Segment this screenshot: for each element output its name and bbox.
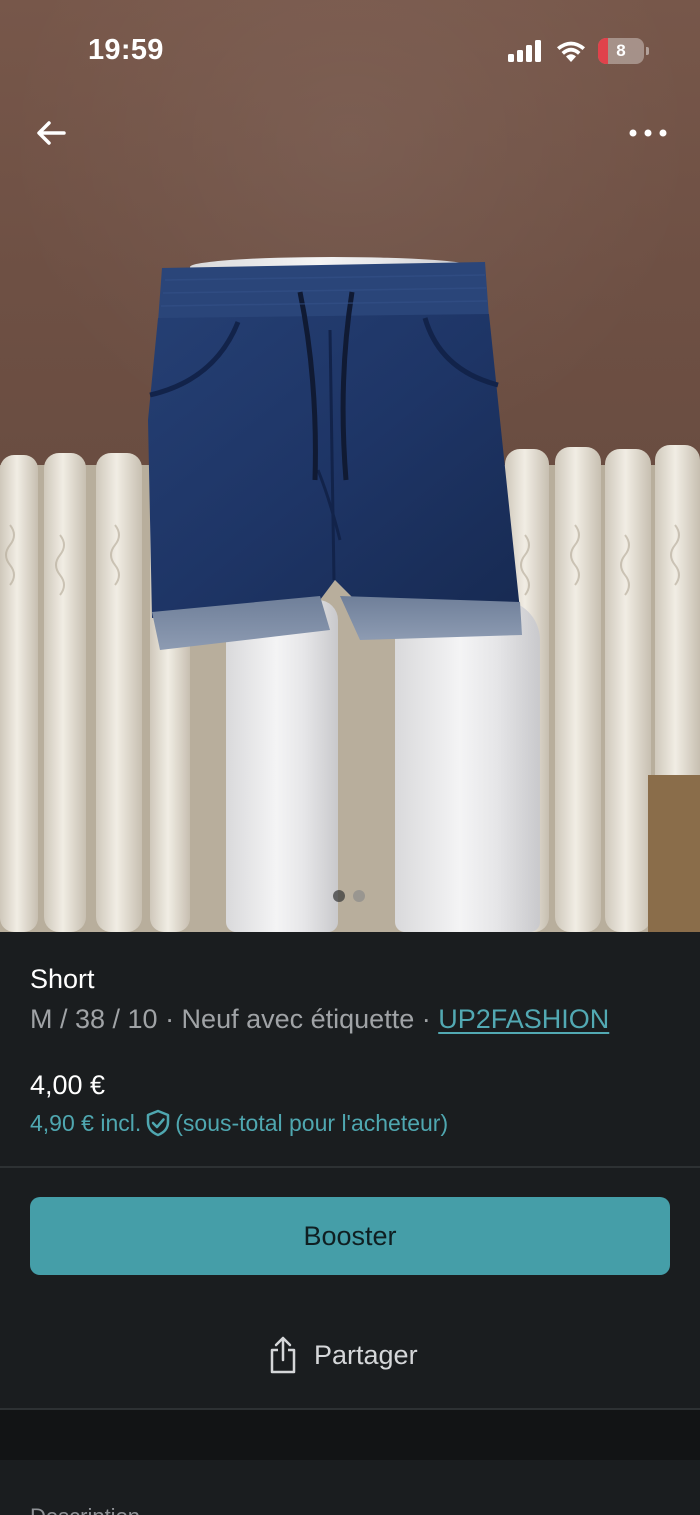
item-title: Short: [30, 964, 95, 994]
product-photo-carousel[interactable]: [0, 0, 700, 932]
arrow-left-icon: [37, 121, 66, 145]
more-options-button[interactable]: [626, 118, 670, 148]
photo-denim-shorts: [148, 262, 522, 650]
item-details-text: M / 38 / 10 · Neuf avec étiquette ·: [30, 1004, 439, 1034]
product-screen: 19:59 8 Short M / 38 / 10 · Neuf avec ét…: [0, 0, 700, 1515]
section-separator: [0, 1410, 700, 1460]
signal-icon: [508, 40, 541, 62]
shield-icon: [145, 1109, 171, 1137]
item-info-panel: Short M / 38 / 10 · Neuf avec étiquette …: [0, 932, 700, 1168]
share-icon: [270, 1336, 296, 1374]
booster-button[interactable]: Booster: [30, 1197, 670, 1275]
more-dots-icon: [629, 129, 667, 137]
carousel-indicator[interactable]: [333, 890, 365, 902]
battery-level: 8: [616, 41, 626, 60]
share-button[interactable]: Partager: [268, 1336, 418, 1374]
back-button[interactable]: [30, 112, 72, 154]
description-label: Description: [30, 1504, 140, 1515]
share-label: Partager: [314, 1339, 418, 1370]
carousel-dot-active[interactable]: [333, 890, 345, 902]
battery-icon: 8: [598, 38, 649, 64]
status-icons: 8: [508, 38, 649, 64]
wifi-icon: [557, 41, 585, 62]
item-details: M / 38 / 10 · Neuf avec étiquette · UP2F…: [30, 1004, 609, 1035]
buyer-protection-price[interactable]: 4,90 € incl. (sous-total pour l'acheteur…: [30, 1109, 448, 1137]
price-incl-text: 4,90 € incl.: [30, 1109, 142, 1136]
item-price: 4,00 €: [30, 1070, 106, 1100]
carousel-dot[interactable]: [353, 890, 365, 902]
price-incl-note: (sous-total pour l'acheteur): [175, 1109, 449, 1136]
description-panel: Description: [0, 1460, 700, 1515]
actions-panel: Booster Partager: [0, 1168, 700, 1410]
brand-link[interactable]: UP2FASHION: [438, 1004, 609, 1034]
status-time: 19:59: [88, 34, 164, 66]
